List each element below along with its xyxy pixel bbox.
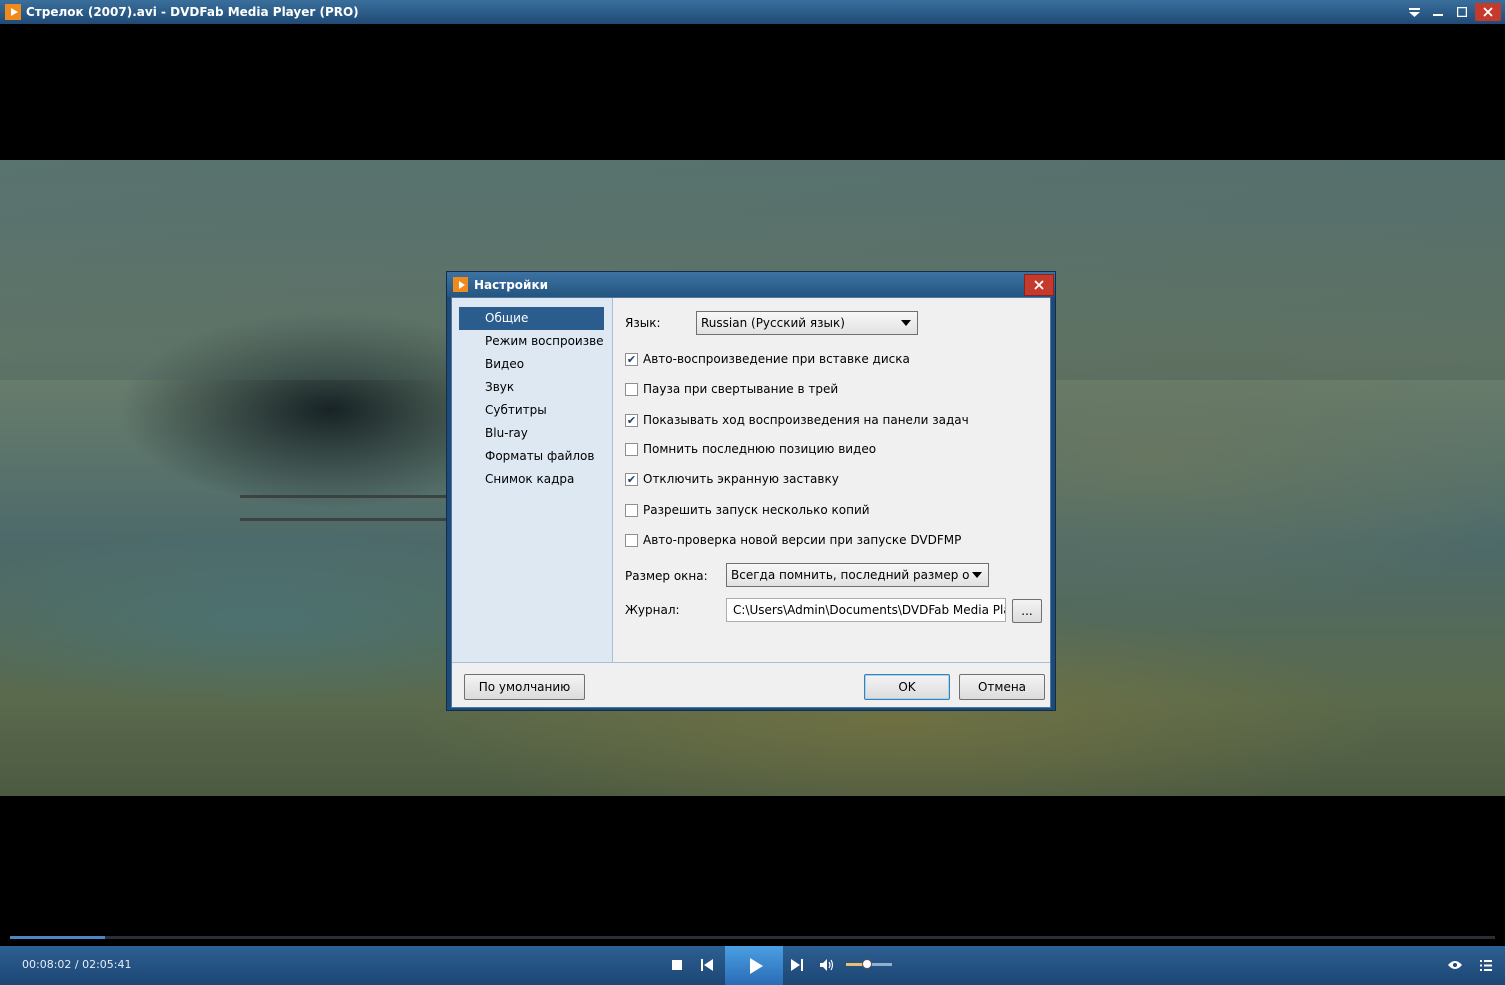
option-checkbox[interactable]: ✔ [625, 352, 638, 366]
option-row[interactable]: Пауза при свертывание в трей [625, 382, 838, 396]
minimize-icon[interactable] [1427, 3, 1449, 21]
option-checkbox[interactable]: ✔ [625, 413, 638, 427]
browse-button[interactable]: ... [1012, 599, 1042, 623]
option-checkbox[interactable] [625, 442, 638, 456]
window-titlebar: Стрелок (2007).avi - DVDFab Media Player… [0, 0, 1505, 24]
option-checkbox[interactable] [625, 382, 638, 396]
option-label: Авто-проверка новой версии при запуске D… [643, 533, 962, 547]
volume-slider[interactable] [846, 959, 892, 969]
app-logo-icon [5, 4, 21, 20]
settings-nav: Общие Режим воспроизвед. Видео Звук Субт… [452, 298, 613, 662]
next-icon[interactable] [788, 956, 806, 974]
previous-icon[interactable] [698, 956, 716, 974]
dropdown-menu-icon[interactable] [1403, 3, 1425, 21]
option-checkbox[interactable] [625, 533, 638, 547]
volume-icon[interactable] [818, 956, 836, 974]
dialog-title: Настройки [474, 277, 549, 292]
window-controls [1401, 0, 1501, 24]
app-logo-icon [453, 277, 468, 292]
window-size-label: Размер окна: [625, 569, 708, 583]
option-row[interactable]: ✔ Показывать ход воспроизведения на пане… [625, 413, 969, 427]
close-icon[interactable] [1024, 273, 1054, 296]
settings-dialog: Настройки Общие Режим воспроизвед. Видео… [446, 271, 1056, 711]
language-row: Язык: [625, 316, 660, 330]
eye-icon[interactable] [1446, 956, 1464, 974]
option-checkbox[interactable]: ✔ [625, 472, 638, 486]
dialog-titlebar: Настройки [447, 272, 1055, 297]
option-label: Авто-воспроизведение при вставке диска [643, 352, 910, 366]
option-row[interactable]: Разрешить запуск несколько копий [625, 503, 870, 517]
settings-general-panel: Язык: Russian (Русский язык) ✔ Авто-восп… [613, 298, 1050, 662]
nav-item-bluray[interactable]: Blu-ray [459, 422, 604, 445]
playlist-icon[interactable] [1477, 956, 1495, 974]
language-select-value: Russian (Русский язык) [701, 316, 845, 330]
nav-item-audio[interactable]: Звук [459, 376, 604, 399]
chevron-down-icon [901, 320, 911, 326]
play-button[interactable] [725, 946, 783, 985]
option-row[interactable]: Авто-проверка новой версии при запуске D… [625, 533, 961, 547]
log-path-input[interactable]: C:\Users\Admin\Documents\DVDFab Media Pl… [726, 598, 1006, 622]
option-label: Помнить последнюю позицию видео [643, 442, 877, 456]
log-row: Журнал: [625, 603, 680, 617]
option-checkbox[interactable] [625, 503, 638, 517]
language-select[interactable]: Russian (Русский язык) [696, 311, 918, 335]
window-title: Стрелок (2007).avi - DVDFab Media Player… [26, 5, 359, 19]
nav-item-general[interactable]: Общие [459, 307, 604, 330]
option-row[interactable]: Помнить последнюю позицию видео [625, 442, 876, 456]
play-icon [749, 957, 763, 974]
window-size-select[interactable]: Всегда помнить, последний размер окна [726, 563, 989, 587]
close-icon[interactable] [1475, 3, 1501, 21]
nav-item-subtitles[interactable]: Субтитры [459, 399, 604, 422]
nav-item-video[interactable]: Видео [459, 353, 604, 376]
footer-divider [452, 662, 1050, 663]
player-control-bar: 00:08:02 / 02:05:41 [0, 946, 1505, 985]
nav-item-playback-mode[interactable]: Режим воспроизвед. [459, 330, 604, 353]
volume-handle[interactable] [861, 959, 872, 969]
option-label: Пауза при свертывание в трей [643, 382, 839, 396]
window-size-select-value: Всегда помнить, последний размер окна [731, 568, 969, 582]
language-label: Язык: [625, 316, 661, 330]
seek-bar[interactable] [10, 936, 1495, 939]
option-row[interactable]: ✔ Авто-воспроизведение при вставке диска [625, 352, 910, 366]
option-label: Разрешить запуск несколько копий [643, 503, 870, 517]
option-label: Отключить экранную заставку [643, 472, 839, 486]
defaults-button[interactable]: По умолчанию [464, 674, 585, 700]
chevron-down-icon [972, 572, 982, 578]
log-label: Журнал: [625, 603, 680, 617]
nav-item-file-formats[interactable]: Форматы файлов [459, 445, 604, 468]
option-row[interactable]: ✔ Отключить экранную заставку [625, 472, 839, 486]
maximize-icon[interactable] [1451, 3, 1473, 21]
playback-time: 00:08:02 / 02:05:41 [22, 958, 132, 971]
nav-item-snapshot[interactable]: Снимок кадра [459, 468, 604, 491]
window-size-row: Размер окна: [625, 569, 708, 583]
dialog-body: Общие Режим воспроизвед. Видео Звук Субт… [451, 297, 1051, 708]
option-label: Показывать ход воспроизведения на панели… [643, 413, 969, 427]
ok-button[interactable]: OK [864, 674, 950, 700]
cancel-button[interactable]: Отмена [959, 674, 1045, 700]
stop-icon[interactable] [668, 956, 686, 974]
seek-bar-progress [10, 936, 105, 939]
